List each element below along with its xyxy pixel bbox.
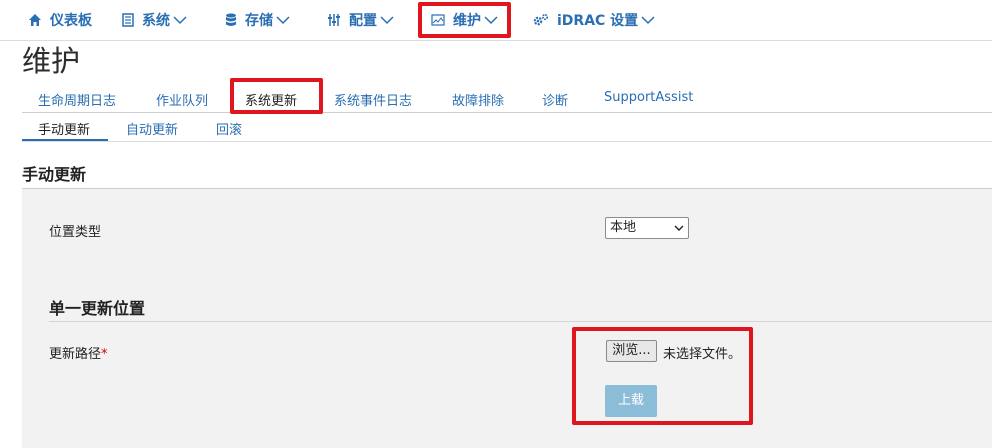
section-title-manual-update: 手动更新 — [22, 165, 87, 184]
highlight-box-file-upload — [572, 327, 753, 425]
update-path-label-text: 更新路径 — [49, 347, 102, 362]
home-icon — [29, 14, 41, 26]
sliders-icon — [328, 14, 340, 26]
nav-idrac-settings[interactable]: iDRAC 设置 — [533, 0, 655, 40]
subtabs-divider — [22, 141, 992, 142]
gears-icon — [533, 13, 549, 26]
chevron-down-icon — [173, 16, 187, 25]
section-title-single-update-location: 单一更新位置 — [49, 299, 146, 318]
server-icon — [122, 13, 134, 27]
nav-system-label: 系统 — [142, 13, 170, 29]
chevron-down-icon — [276, 16, 290, 25]
highlight-box-nav-maintenance — [418, 2, 511, 38]
nav-configuration[interactable]: 配置 — [327, 0, 394, 40]
page-title: 维护 — [22, 44, 81, 78]
tab-job-queue[interactable]: 作业队列 — [156, 90, 208, 109]
nav-configuration-label: 配置 — [349, 13, 377, 29]
nav-dashboard[interactable]: 仪表板 — [28, 0, 92, 40]
location-type-value: 本地 — [610, 220, 637, 235]
nav-dashboard-label: 仪表板 — [50, 13, 92, 29]
section-divider — [49, 321, 992, 322]
chevron-down-icon — [380, 16, 394, 25]
nav-system[interactable]: 系统 — [122, 0, 187, 40]
tab-troubleshooting[interactable]: 故障排除 — [452, 90, 504, 109]
chevron-down-icon — [674, 225, 684, 231]
database-icon — [226, 13, 236, 26]
subtab-manual-update[interactable]: 手动更新 — [38, 119, 90, 138]
update-path-label: 更新路径* — [49, 343, 108, 362]
tab-supportassist[interactable]: SupportAssist — [604, 90, 693, 105]
tab-diagnostics[interactable]: 诊断 — [542, 90, 568, 109]
tab-system-event-log[interactable]: 系统事件日志 — [334, 90, 412, 109]
required-marker: * — [101, 347, 108, 362]
nav-storage-label: 存储 — [245, 13, 273, 29]
highlight-box-tab-system-update — [230, 78, 323, 114]
location-type-select[interactable]: 本地 — [605, 217, 689, 239]
location-type-label: 位置类型 — [49, 225, 102, 240]
nav-storage[interactable]: 存储 — [225, 0, 290, 40]
subtab-rollback[interactable]: 回滚 — [216, 119, 242, 138]
manual-update-panel — [22, 188, 992, 448]
tab-lifecycle-log[interactable]: 生命周期日志 — [38, 90, 116, 109]
chevron-down-icon — [641, 16, 655, 25]
subtab-auto-update[interactable]: 自动更新 — [126, 119, 178, 138]
nav-idrac-settings-label: iDRAC 设置 — [557, 13, 639, 29]
tabs-divider — [22, 112, 992, 113]
